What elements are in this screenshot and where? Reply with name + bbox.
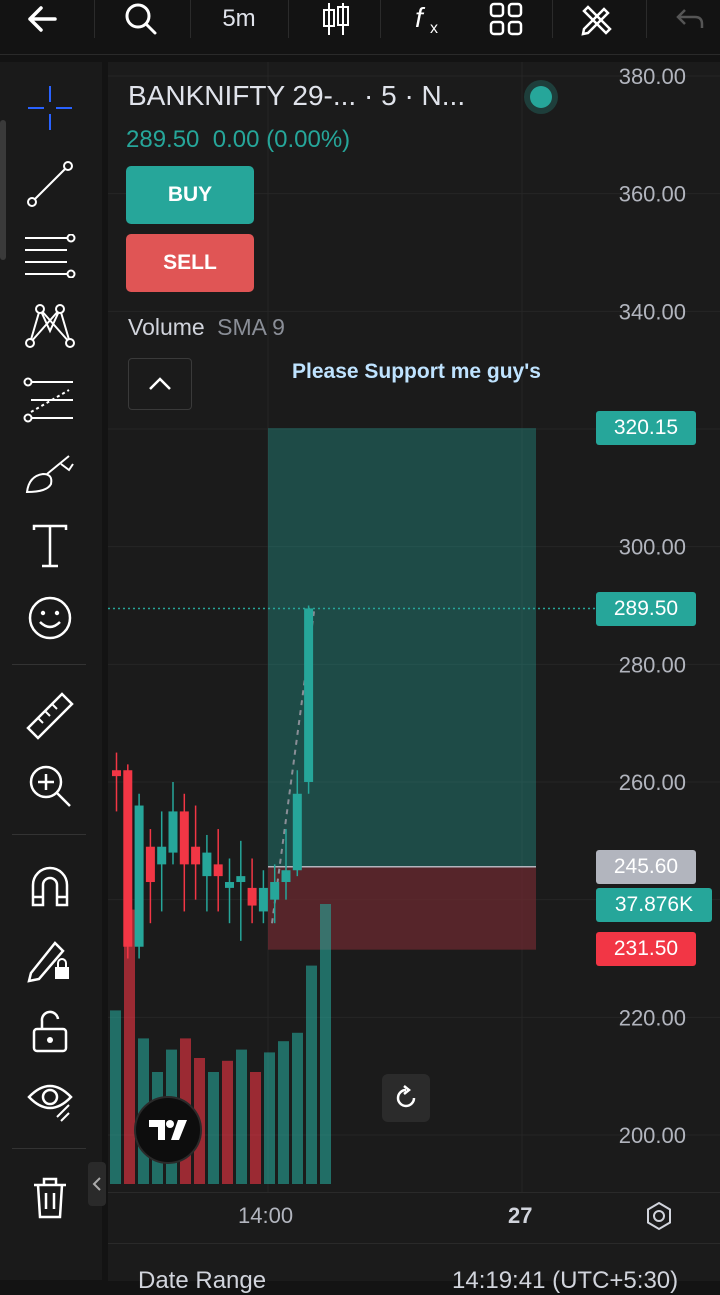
volume-bar — [306, 965, 317, 1184]
tradingview-logo[interactable] — [134, 1096, 202, 1164]
price-tick-label: 360.00 — [619, 182, 686, 207]
candle-body — [145, 846, 155, 883]
candle-body — [247, 887, 257, 906]
volume-bar — [278, 1041, 289, 1184]
candle-body — [191, 846, 201, 865]
volume-legend[interactable]: Volume SMA 9 — [128, 314, 285, 341]
candle-body — [168, 811, 178, 853]
back-arrow-icon[interactable] — [14, 0, 70, 38]
candle-body — [236, 876, 246, 883]
volume-sma-label: SMA 9 — [217, 314, 285, 340]
projection-icon[interactable] — [22, 372, 78, 428]
text-icon[interactable] — [22, 518, 78, 574]
stop-price-tag: 231.50 — [596, 932, 696, 966]
chevron-up-icon — [149, 377, 171, 390]
trash-icon[interactable] — [22, 1170, 78, 1226]
drawing-toolbar — [0, 62, 102, 1280]
sell-button[interactable]: SELL — [126, 234, 254, 292]
toolbar-scroll-handle[interactable] — [0, 120, 6, 260]
candle-body — [134, 805, 144, 947]
volume-bar — [124, 909, 135, 1184]
candle-body — [202, 852, 212, 877]
candle-body — [304, 608, 314, 782]
price-tick-label: 220.00 — [619, 1005, 686, 1030]
target-price-tag: 320.15 — [596, 411, 696, 445]
layouts-grid-icon[interactable] — [476, 0, 536, 38]
last-price-tag: 289.50 — [596, 592, 696, 626]
clock-label: 14:19:41 (UTC+5:30) — [452, 1267, 679, 1294]
volume-bar — [264, 1052, 275, 1184]
interval-button[interactable]: 5m — [200, 0, 278, 38]
price-tick-label: 280.00 — [619, 652, 686, 677]
unlock-icon[interactable] — [22, 1004, 78, 1060]
magnet-icon[interactable] — [22, 858, 78, 914]
trend-line-icon[interactable] — [22, 156, 78, 212]
time-tick-label: 27 — [508, 1203, 533, 1228]
volume-bar — [250, 1072, 261, 1184]
ruler-icon[interactable] — [22, 688, 78, 744]
volume-bar — [110, 1010, 121, 1184]
candle-body — [292, 793, 302, 871]
quote-line: 289.50 0.00 (0.00%) — [126, 126, 351, 153]
chevron-left-icon — [92, 1177, 101, 1191]
chart-settings-icon[interactable] — [644, 1201, 674, 1236]
market-status-dot — [530, 86, 552, 108]
candle-body — [281, 870, 291, 883]
svg-text:x: x — [430, 20, 438, 37]
price-tick-label: 340.00 — [619, 299, 686, 324]
chart-pane[interactable]: 380.00 360.00 340.00 300.00 280.00 260.00 220.… — [108, 62, 720, 1192]
reset-chart-button[interactable] — [382, 1074, 430, 1122]
toolbar-toggle-handle[interactable] — [88, 1162, 106, 1206]
candle-body — [270, 882, 280, 900]
indicators-fx-icon[interactable]: fx — [400, 0, 460, 38]
candle-body — [157, 846, 167, 865]
price-tick-label: 200.00 — [619, 1123, 686, 1148]
eye-icon[interactable] — [22, 1072, 78, 1128]
refresh-icon — [396, 1085, 416, 1108]
collapse-legend-button[interactable] — [128, 358, 192, 410]
lock-drawing-icon[interactable] — [22, 930, 78, 986]
search-icon[interactable] — [112, 0, 170, 38]
buy-button[interactable]: BUY — [126, 166, 254, 224]
zoom-in-icon[interactable] — [22, 758, 78, 814]
candle-body — [258, 887, 268, 912]
drawing-pencil-ruler-icon[interactable] — [568, 0, 628, 38]
candle-body — [225, 882, 234, 888]
top-toolbar: 5m fx — [0, 0, 720, 55]
crosshair-icon[interactable] — [22, 80, 78, 136]
entry-price-tag: 245.60 — [596, 850, 696, 884]
tv-logo-icon — [149, 1120, 187, 1140]
volume-bar — [320, 904, 331, 1184]
emoji-icon[interactable] — [22, 590, 78, 646]
time-axis[interactable]: 14:00 27 Date Range 14:19:41 (UTC+5:30) — [108, 1192, 720, 1294]
fib-icon[interactable] — [22, 228, 78, 284]
volume-label: Volume — [128, 314, 205, 340]
candle-body — [123, 770, 133, 947]
volume-value-tag: 37.876K — [596, 888, 712, 922]
price-tick-label: 260.00 — [619, 770, 686, 795]
volume-bar — [236, 1049, 247, 1184]
candles-icon[interactable] — [306, 0, 366, 38]
candle-body — [112, 770, 121, 777]
volume-bar — [222, 1060, 233, 1184]
volume-bar — [208, 1072, 219, 1184]
brush-icon[interactable] — [22, 446, 78, 502]
undo-icon[interactable] — [664, 0, 716, 38]
loss-zone — [268, 866, 536, 950]
date-range-button[interactable]: Date Range — [138, 1267, 266, 1295]
chart-annotation-text: Please Support me guy's — [292, 360, 541, 383]
candle-body — [179, 811, 189, 865]
price-tick-label: 300.00 — [619, 535, 686, 560]
svg-text:f: f — [415, 2, 426, 33]
candle-body — [213, 864, 223, 877]
time-tick-label: 14:00 — [238, 1203, 294, 1228]
symbol-title[interactable]: BANKNIFTY 29-... · 5 · N... — [128, 80, 465, 112]
volume-bar — [292, 1032, 303, 1184]
price-tick-label: 380.00 — [619, 64, 686, 89]
pattern-icon[interactable] — [22, 298, 78, 354]
